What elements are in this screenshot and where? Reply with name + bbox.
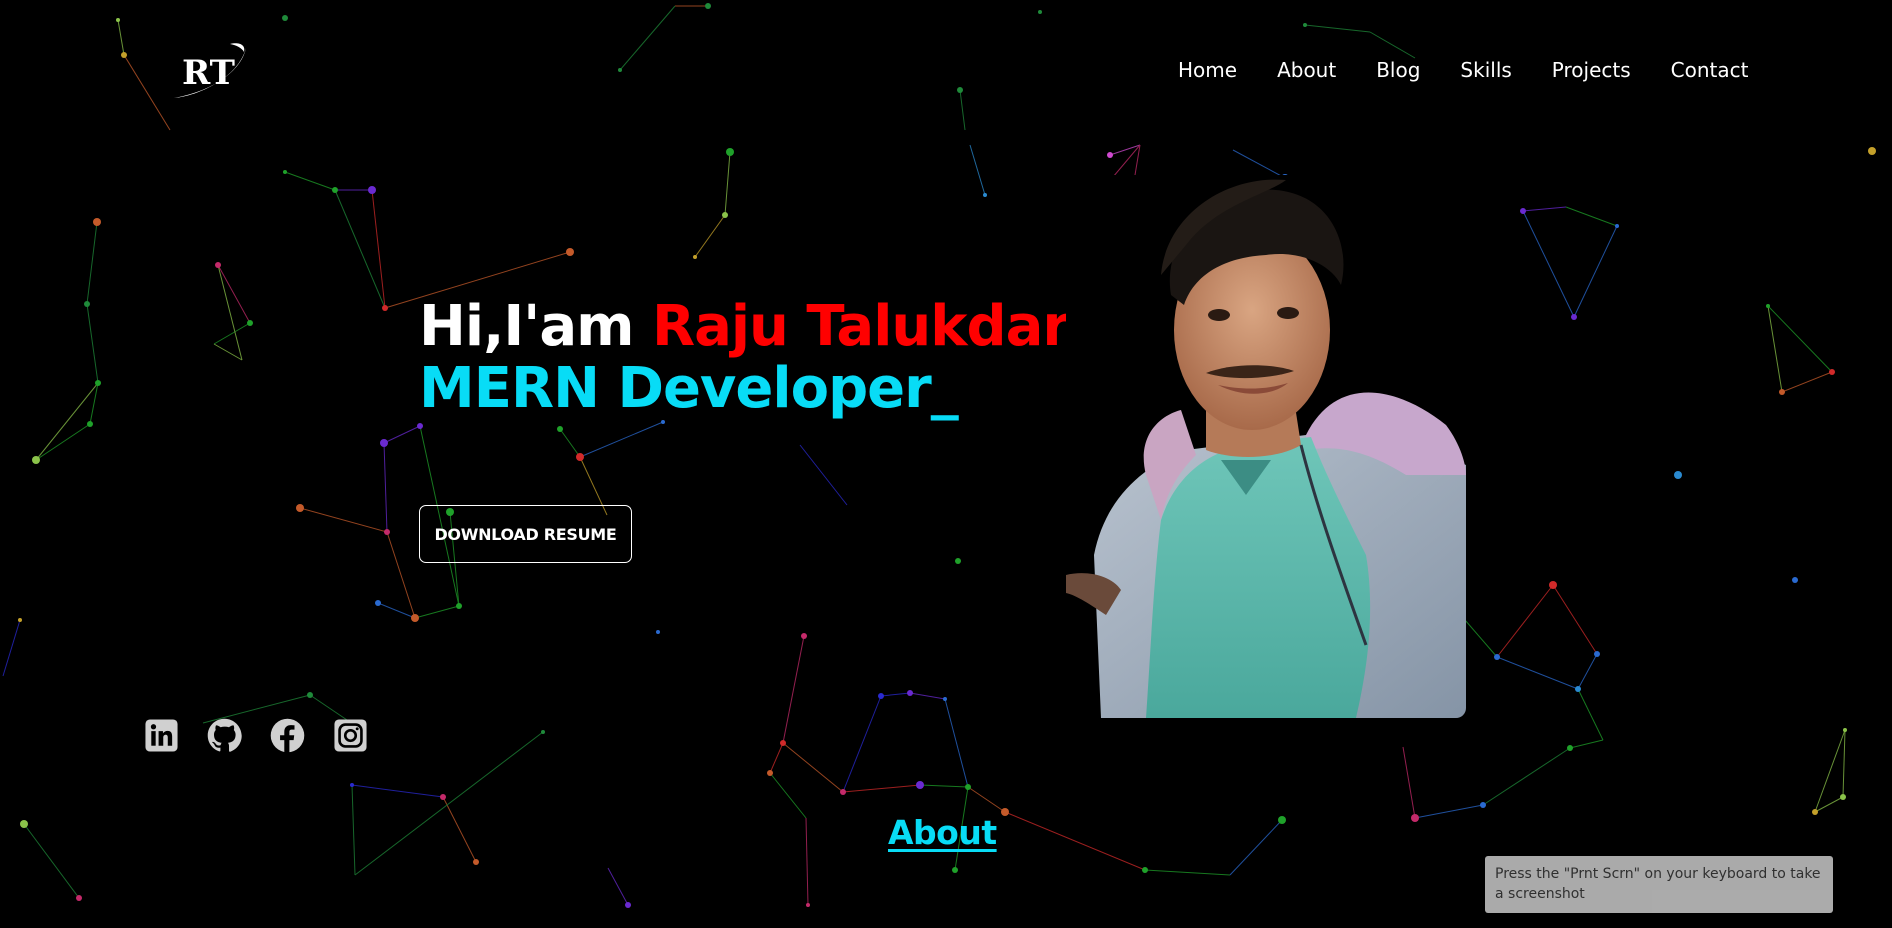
nav-blog[interactable]: Blog bbox=[1376, 58, 1420, 82]
site-logo[interactable]: RT bbox=[168, 38, 248, 104]
linkedin-icon[interactable] bbox=[144, 718, 179, 753]
hero-role: MERN Developer_ bbox=[419, 356, 959, 421]
nav-projects[interactable]: Projects bbox=[1552, 58, 1631, 82]
facebook-icon[interactable] bbox=[270, 718, 305, 753]
instagram-icon[interactable] bbox=[333, 718, 368, 753]
logo-icon: RT bbox=[174, 43, 246, 98]
nav-contact[interactable]: Contact bbox=[1671, 58, 1749, 82]
social-links bbox=[144, 718, 368, 753]
main-nav: Home About Blog Skills Projects Contact bbox=[1178, 58, 1748, 82]
github-icon[interactable] bbox=[207, 718, 242, 753]
about-section-heading[interactable]: About bbox=[888, 813, 997, 852]
logo-text: RT bbox=[182, 53, 235, 93]
screenshot-toast: Press the "Prnt Scrn" on your keyboard t… bbox=[1485, 856, 1833, 913]
particle-background bbox=[2, 3, 1876, 908]
profile-photo bbox=[1066, 175, 1466, 718]
hero-greeting: Hi,I'am bbox=[419, 294, 652, 359]
nav-home[interactable]: Home bbox=[1178, 58, 1237, 82]
nav-about[interactable]: About bbox=[1277, 58, 1336, 82]
hero-name: Raju Talukdar_ bbox=[651, 294, 1097, 359]
hero-heading: Hi,I'am Raju Talukdar_ MERN Developer_ bbox=[419, 294, 1097, 421]
page-root: RT Home About Blog Skills Projects Conta… bbox=[0, 0, 1892, 928]
nav-skills[interactable]: Skills bbox=[1460, 58, 1511, 82]
download-resume-button[interactable]: DOWNLOAD RESUME bbox=[419, 505, 632, 563]
hero-line-1: Hi,I'am Raju Talukdar_ bbox=[419, 294, 1097, 359]
